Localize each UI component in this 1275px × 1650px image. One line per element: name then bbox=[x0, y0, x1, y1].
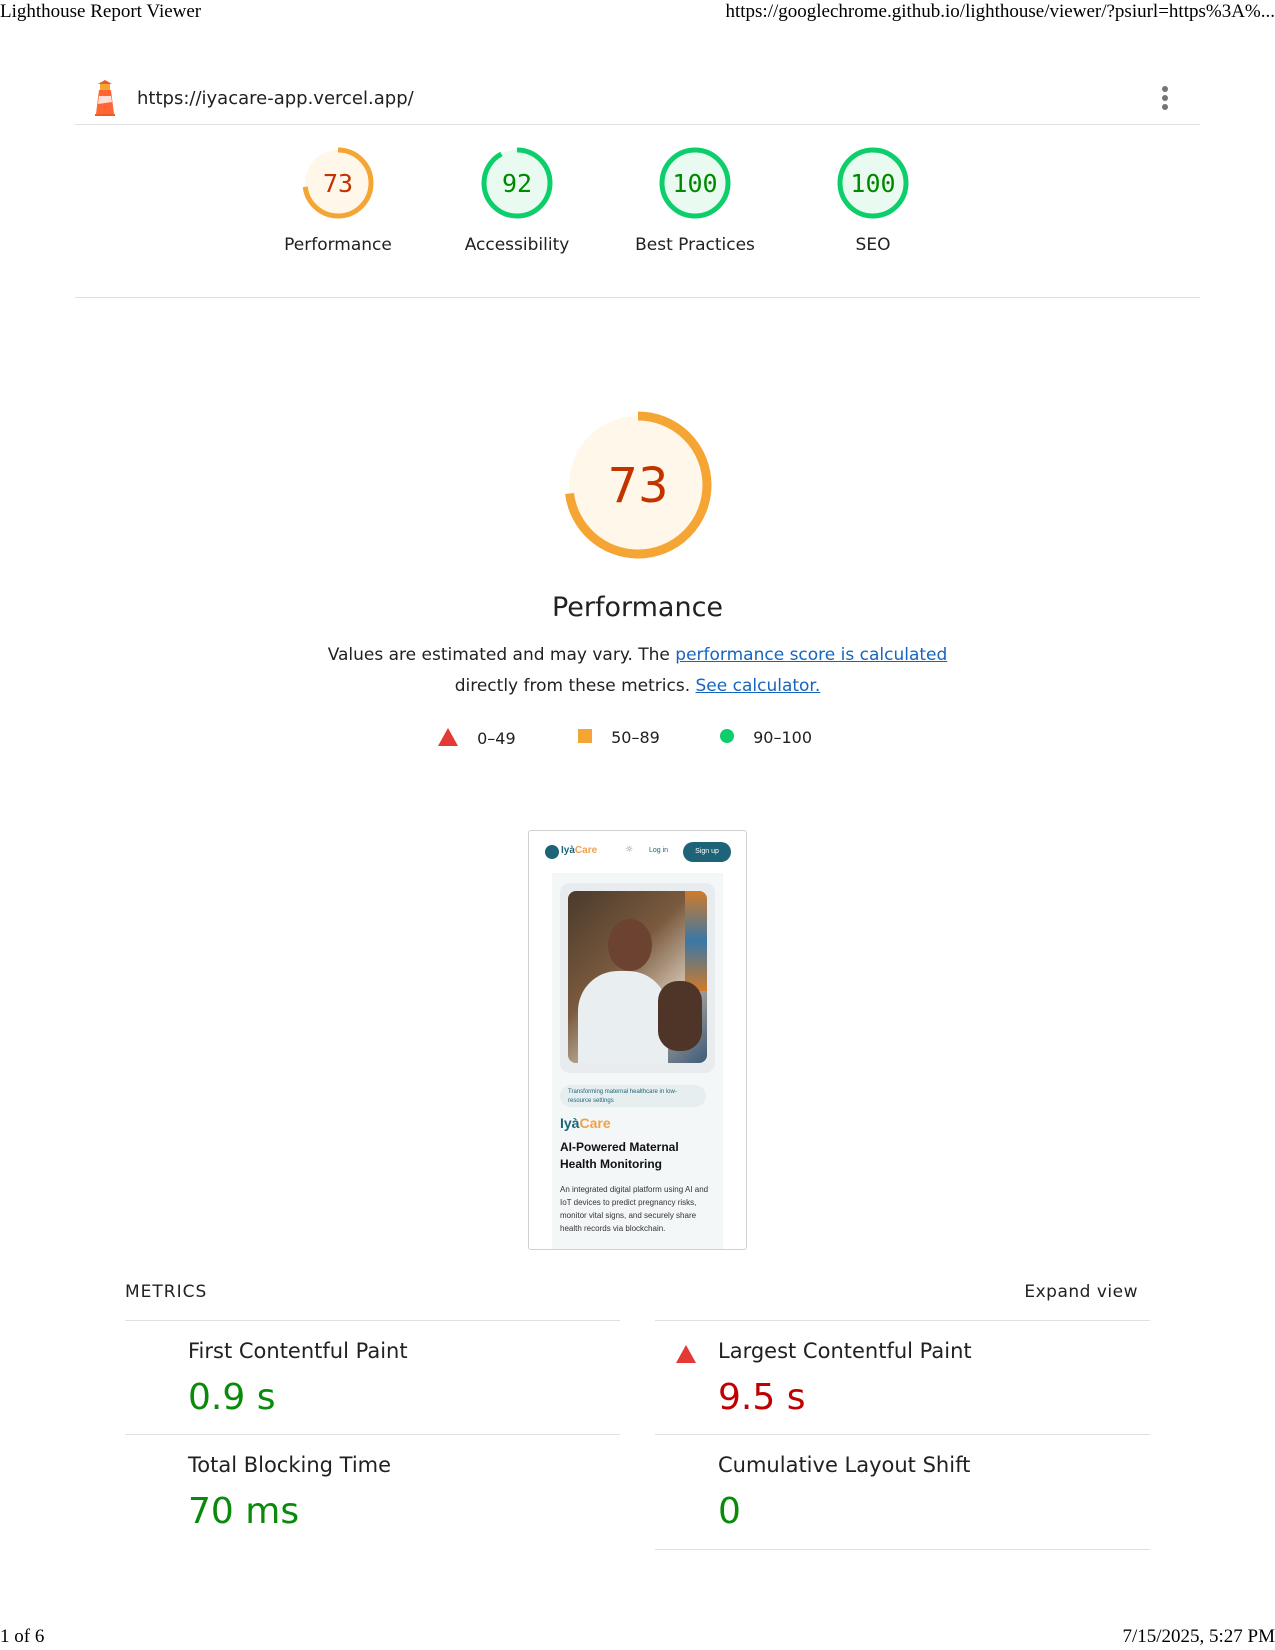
desc-text: Values are estimated and may vary. The bbox=[327, 645, 676, 665]
gauge-score: 100 bbox=[672, 169, 717, 198]
fail-triangle-icon bbox=[676, 1345, 696, 1363]
legend-average-label: 50–89 bbox=[611, 728, 660, 747]
legend-pass: 90–100 bbox=[720, 728, 812, 747]
performance-title: Performance bbox=[551, 592, 724, 623]
ss-heading: AI-Powered Maternal Health Monitoring bbox=[560, 1140, 679, 1171]
gauge-best-practices[interactable]: 100 Best Practices bbox=[605, 145, 785, 255]
metric-fcp: First Contentful Paint 0.9 s bbox=[125, 1320, 620, 1435]
metric-title: Total Blocking Time bbox=[188, 1453, 392, 1477]
gauge-accessibility[interactable]: 92 Accessibility bbox=[427, 145, 607, 255]
gauge-ring: 92 bbox=[481, 147, 553, 219]
ss-logo-icon bbox=[545, 845, 559, 859]
ss-navbar: IyàCare ☼ Log in Sign up bbox=[529, 831, 746, 871]
average-square-icon bbox=[578, 729, 592, 743]
gauge-label: Best Practices bbox=[635, 235, 755, 255]
gauge-seo[interactable]: 100 SEO bbox=[783, 145, 963, 255]
performance-big-gauge: 73 bbox=[564, 411, 712, 559]
gauge-ring: 100 bbox=[659, 147, 731, 219]
gauge-score: 92 bbox=[502, 169, 532, 198]
report-url[interactable]: https://iyacare-app.vercel.app/ bbox=[137, 88, 414, 109]
performance-description: Values are estimated and may vary. The p… bbox=[0, 640, 1275, 702]
pass-circle-icon bbox=[720, 729, 734, 743]
legend-fail-label: 0–49 bbox=[477, 729, 516, 748]
gauge-performance[interactable]: 73 Performance bbox=[248, 145, 428, 255]
gauge-score: 100 bbox=[850, 169, 895, 198]
metric-title: Cumulative Layout Shift bbox=[718, 1453, 971, 1477]
metric-value: 0.9 s bbox=[188, 1377, 276, 1418]
more-options-icon[interactable] bbox=[1160, 86, 1170, 114]
score-gauges: 73 Performance 92 Accessibility 100 Best… bbox=[75, 125, 1200, 298]
gauge-score: 73 bbox=[323, 169, 353, 198]
metric-lcp: Largest Contentful Paint 9.5 s bbox=[655, 1320, 1150, 1435]
print-footer: 1 of 6 7/15/2025, 5:27 PM bbox=[0, 1624, 1275, 1650]
ss-hero: Transforming maternal healthcare in low-… bbox=[552, 873, 723, 1249]
metric-cls: Cumulative Layout Shift 0 bbox=[655, 1434, 1150, 1550]
legend-pass-label: 90–100 bbox=[753, 728, 812, 747]
lighthouse-logo-icon bbox=[95, 80, 115, 116]
metric-value: 9.5 s bbox=[718, 1377, 806, 1418]
desc-text: directly from these metrics. bbox=[454, 676, 696, 696]
metrics-title: METRICS bbox=[125, 1282, 208, 1302]
legend-average: 50–89 bbox=[578, 728, 660, 747]
gauge-label: SEO bbox=[855, 235, 891, 255]
ss-tagline: Transforming maternal healthcare in low-… bbox=[560, 1085, 706, 1107]
ss-brand: IyàCare bbox=[560, 1115, 611, 1131]
ss-logo: IyàCare bbox=[561, 845, 598, 856]
ss-paragraph: An integrated digital platform using AI … bbox=[560, 1185, 709, 1233]
see-calculator-link[interactable]: See calculator. bbox=[696, 676, 821, 696]
metric-value: 0 bbox=[718, 1491, 741, 1532]
gauge-ring: 73 bbox=[302, 147, 374, 219]
metric-tbt: Total Blocking Time 70 ms bbox=[125, 1434, 620, 1549]
metric-title: First Contentful Paint bbox=[188, 1339, 408, 1363]
print-header: Lighthouse Report Viewer https://googlec… bbox=[0, 0, 1275, 26]
score-legend: 0–49 50–89 90–100 bbox=[0, 728, 1275, 754]
print-header-title: Lighthouse Report Viewer bbox=[0, 1, 202, 22]
ss-login: Log in bbox=[649, 847, 669, 854]
print-header-url: https://googlechrome.github.io/lighthous… bbox=[725, 1, 1275, 22]
performance-score: 73 bbox=[607, 458, 668, 514]
final-screenshot[interactable]: IyàCare ☼ Log in Sign up Transforming ma… bbox=[528, 830, 747, 1250]
ss-hero-photo bbox=[568, 891, 707, 1063]
metrics-header: METRICS Expand view bbox=[125, 1275, 1150, 1315]
print-footer-datetime: 7/15/2025, 5:27 PM bbox=[1122, 1626, 1275, 1647]
metric-title: Largest Contentful Paint bbox=[718, 1339, 972, 1363]
metric-value: 70 ms bbox=[188, 1491, 300, 1532]
fail-triangle-icon bbox=[438, 728, 458, 746]
gauge-ring: 100 bbox=[837, 147, 909, 219]
score-calculated-link[interactable]: performance score is calculated bbox=[675, 645, 947, 665]
ss-photo-frame bbox=[560, 883, 715, 1073]
report-topbar: https://iyacare-app.vercel.app/ bbox=[75, 78, 1200, 125]
ss-signup: Sign up bbox=[683, 842, 731, 862]
legend-fail: 0–49 bbox=[438, 728, 516, 748]
gauge-label: Accessibility bbox=[464, 235, 570, 255]
ss-sun-icon: ☼ bbox=[625, 845, 634, 855]
gauge-label: Performance bbox=[284, 235, 392, 255]
expand-view-toggle[interactable]: Expand view bbox=[1024, 1282, 1138, 1302]
print-footer-page: 1 of 6 bbox=[0, 1626, 45, 1647]
